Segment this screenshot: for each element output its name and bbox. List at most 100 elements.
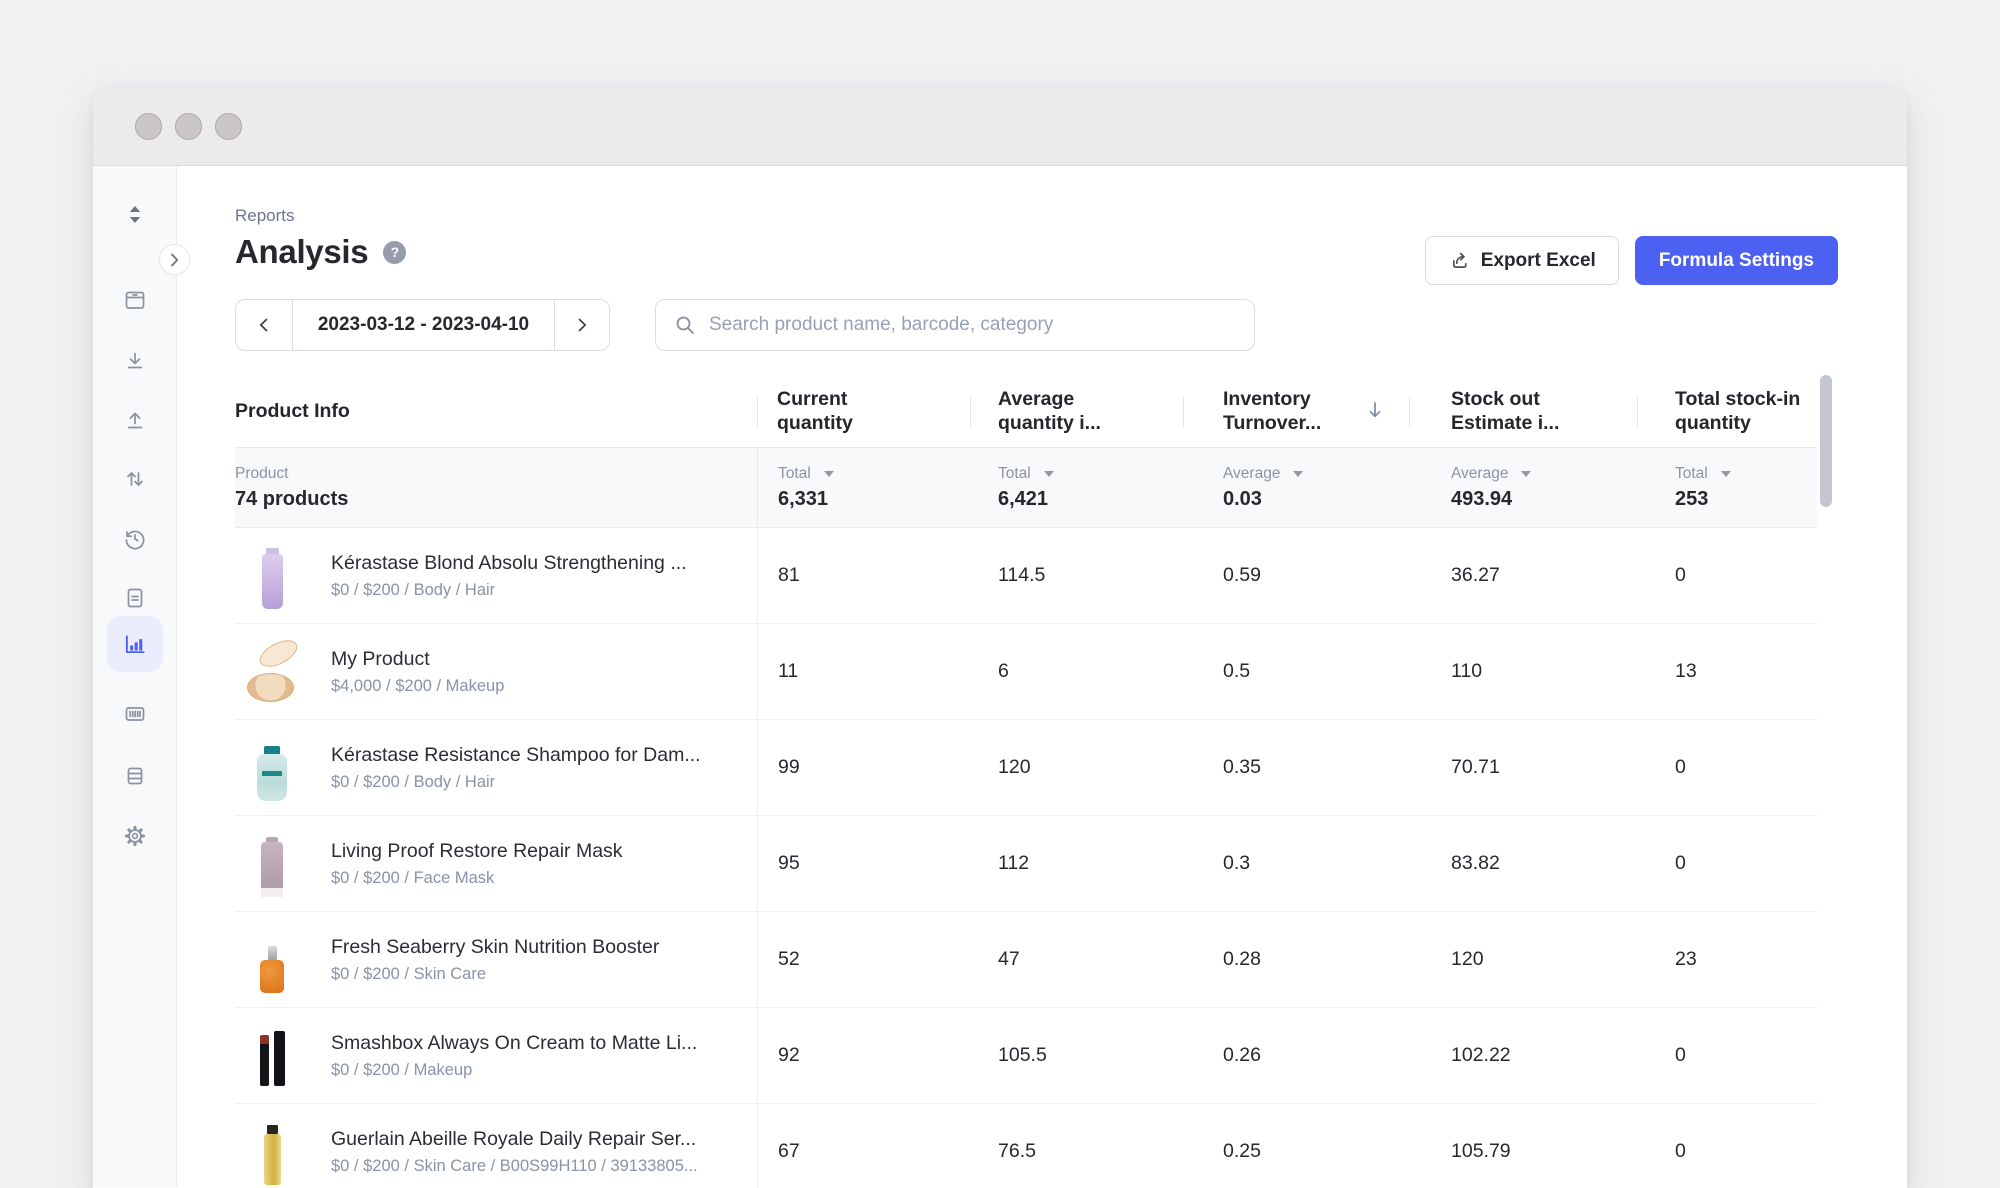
sort-descending-icon[interactable] bbox=[1365, 399, 1385, 426]
help-icon[interactable]: ? bbox=[383, 241, 406, 264]
product-name: Smashbox Always On Cream to Matte Li... bbox=[331, 1032, 697, 1055]
product-image bbox=[243, 1023, 301, 1089]
product-meta: $0 / $200 / Makeup bbox=[331, 1061, 697, 1080]
breadcrumb[interactable]: Reports bbox=[235, 206, 1817, 226]
product-name: Living Proof Restore Repair Mask bbox=[331, 840, 623, 863]
table-row[interactable]: Fresh Seaberry Skin Nutrition Booster $0… bbox=[235, 912, 1817, 1008]
barcode-icon[interactable] bbox=[117, 696, 153, 732]
product-name: My Product bbox=[331, 648, 504, 671]
table-row[interactable]: Kérastase Resistance Shampoo for Dam... … bbox=[235, 720, 1817, 816]
cell-value: 105.79 bbox=[1409, 1104, 1637, 1188]
product-meta: $0 / $200 / Skin Care bbox=[331, 965, 659, 984]
product-name: Guerlain Abeille Royale Daily Repair Ser… bbox=[331, 1128, 698, 1151]
cell-value: 95 bbox=[757, 816, 970, 911]
aggregate-selector[interactable]: Average bbox=[1223, 465, 1409, 483]
cell-value: 70.71 bbox=[1409, 720, 1637, 815]
transfer-arrows-icon[interactable] bbox=[117, 461, 153, 497]
table-row[interactable]: Living Proof Restore Repair Mask $0 / $2… bbox=[235, 816, 1817, 912]
table-body: Kérastase Blond Absolu Strengthening ...… bbox=[235, 528, 1817, 1188]
table-row[interactable]: Kérastase Blond Absolu Strengthening ...… bbox=[235, 528, 1817, 624]
cell-value: 112 bbox=[970, 816, 1183, 911]
cell-value: 120 bbox=[1409, 912, 1637, 1007]
product-name: Fresh Seaberry Skin Nutrition Booster bbox=[331, 936, 659, 959]
search-icon bbox=[674, 314, 696, 336]
aggregate-selector[interactable]: Total bbox=[778, 465, 970, 483]
search-input[interactable] bbox=[709, 314, 1236, 336]
chevron-right-icon bbox=[574, 316, 590, 334]
product-image bbox=[243, 831, 301, 897]
column-header-average-quantity[interactable]: Average quantity i... bbox=[970, 377, 1183, 447]
product-meta: $0 / $200 / Body / Hair bbox=[331, 581, 687, 600]
column-header-total-stock-in[interactable]: Total stock-in quantity bbox=[1637, 377, 1817, 447]
aggregate-selector[interactable]: Total bbox=[998, 465, 1183, 483]
collapse-expand-icon[interactable] bbox=[117, 196, 153, 232]
aggregate-selector[interactable]: Average bbox=[1451, 465, 1637, 483]
cell-value: 83.82 bbox=[1409, 816, 1637, 911]
cell-value: 99 bbox=[757, 720, 970, 815]
product-meta: $0 / $200 / Body / Hair bbox=[331, 773, 701, 792]
chevron-left-icon bbox=[256, 316, 272, 334]
product-info-cell: Fresh Seaberry Skin Nutrition Booster $0… bbox=[235, 912, 757, 1007]
stacked-database-icon[interactable] bbox=[117, 758, 153, 794]
caret-down-icon bbox=[1721, 471, 1731, 477]
cell-value: 0.59 bbox=[1183, 528, 1409, 623]
cell-value: 0.3 bbox=[1183, 816, 1409, 911]
sidebar-collapse-button[interactable] bbox=[159, 244, 190, 275]
caret-down-icon bbox=[1521, 471, 1531, 477]
product-image bbox=[243, 927, 301, 993]
summary-cell: Average 0.03 bbox=[1183, 448, 1409, 527]
cell-value: 110 bbox=[1409, 624, 1637, 719]
summary-cell: Total 253 bbox=[1637, 448, 1817, 527]
formula-settings-button[interactable]: Formula Settings bbox=[1635, 236, 1838, 285]
caret-down-icon bbox=[1293, 471, 1303, 477]
cell-value: 0.25 bbox=[1183, 1104, 1409, 1188]
history-clock-icon[interactable] bbox=[117, 521, 153, 557]
cell-value: 11 bbox=[757, 624, 970, 719]
cell-value: 0.35 bbox=[1183, 720, 1409, 815]
package-icon[interactable] bbox=[117, 282, 153, 318]
settings-gear-icon[interactable] bbox=[117, 818, 153, 854]
cell-value: 92 bbox=[757, 1008, 970, 1103]
cell-value: 114.5 bbox=[970, 528, 1183, 623]
column-header-product-info[interactable]: Product Info bbox=[235, 377, 757, 447]
stock-in-download-icon[interactable] bbox=[117, 343, 153, 379]
next-period-button[interactable] bbox=[554, 300, 609, 350]
summary-product-count: 74 products bbox=[235, 488, 757, 511]
column-header-current-quantity[interactable]: Current quantity bbox=[757, 377, 970, 447]
main-content: Reports Analysis ? Export Excel Formula … bbox=[177, 166, 1907, 1187]
sidebar bbox=[93, 166, 177, 1187]
export-icon bbox=[1448, 250, 1470, 272]
column-header-inventory-turnover[interactable]: Inventory Turnover... bbox=[1183, 377, 1409, 447]
table-row[interactable]: Smashbox Always On Cream to Matte Li... … bbox=[235, 1008, 1817, 1104]
window-close-button[interactable] bbox=[135, 113, 162, 140]
aggregate-selector[interactable]: Total bbox=[1675, 465, 1817, 483]
column-header-stock-out-estimate[interactable]: Stock out Estimate i... bbox=[1409, 377, 1637, 447]
cell-value: 47 bbox=[970, 912, 1183, 1007]
cell-value: 120 bbox=[970, 720, 1183, 815]
vertical-scrollbar[interactable] bbox=[1820, 375, 1832, 507]
product-info-cell: Guerlain Abeille Royale Daily Repair Ser… bbox=[235, 1104, 757, 1188]
previous-period-button[interactable] bbox=[236, 300, 293, 350]
cell-value: 102.22 bbox=[1409, 1008, 1637, 1103]
product-name: Kérastase Blond Absolu Strengthening ... bbox=[331, 552, 687, 575]
export-excel-button[interactable]: Export Excel bbox=[1425, 236, 1619, 285]
stock-out-upload-icon[interactable] bbox=[117, 403, 153, 439]
window-zoom-button[interactable] bbox=[215, 113, 242, 140]
table-row[interactable]: Guerlain Abeille Royale Daily Repair Ser… bbox=[235, 1104, 1817, 1188]
cell-value: 0.5 bbox=[1183, 624, 1409, 719]
cell-value: 67 bbox=[757, 1104, 970, 1188]
analysis-table: Product Info Current quantity Average qu… bbox=[235, 377, 1817, 1188]
summary-cell: Total 6,331 bbox=[757, 448, 970, 527]
summary-row: Product 74 products Total 6,331 Total 6,… bbox=[235, 447, 1817, 528]
analysis-bar-chart-icon[interactable] bbox=[107, 616, 163, 672]
document-note-icon[interactable] bbox=[117, 580, 153, 616]
cell-value: 76.5 bbox=[970, 1104, 1183, 1188]
date-range-value[interactable]: 2023-03-12 - 2023-04-10 bbox=[293, 300, 554, 350]
table-row[interactable]: My Product $4,000 / $200 / Makeup 11 6 0… bbox=[235, 624, 1817, 720]
product-info-cell: My Product $4,000 / $200 / Makeup bbox=[235, 624, 757, 719]
cell-value: 81 bbox=[757, 528, 970, 623]
cell-value: 6 bbox=[970, 624, 1183, 719]
window-minimize-button[interactable] bbox=[175, 113, 202, 140]
table-header: Product Info Current quantity Average qu… bbox=[235, 377, 1817, 447]
product-meta: $0 / $200 / Face Mask bbox=[331, 869, 623, 888]
